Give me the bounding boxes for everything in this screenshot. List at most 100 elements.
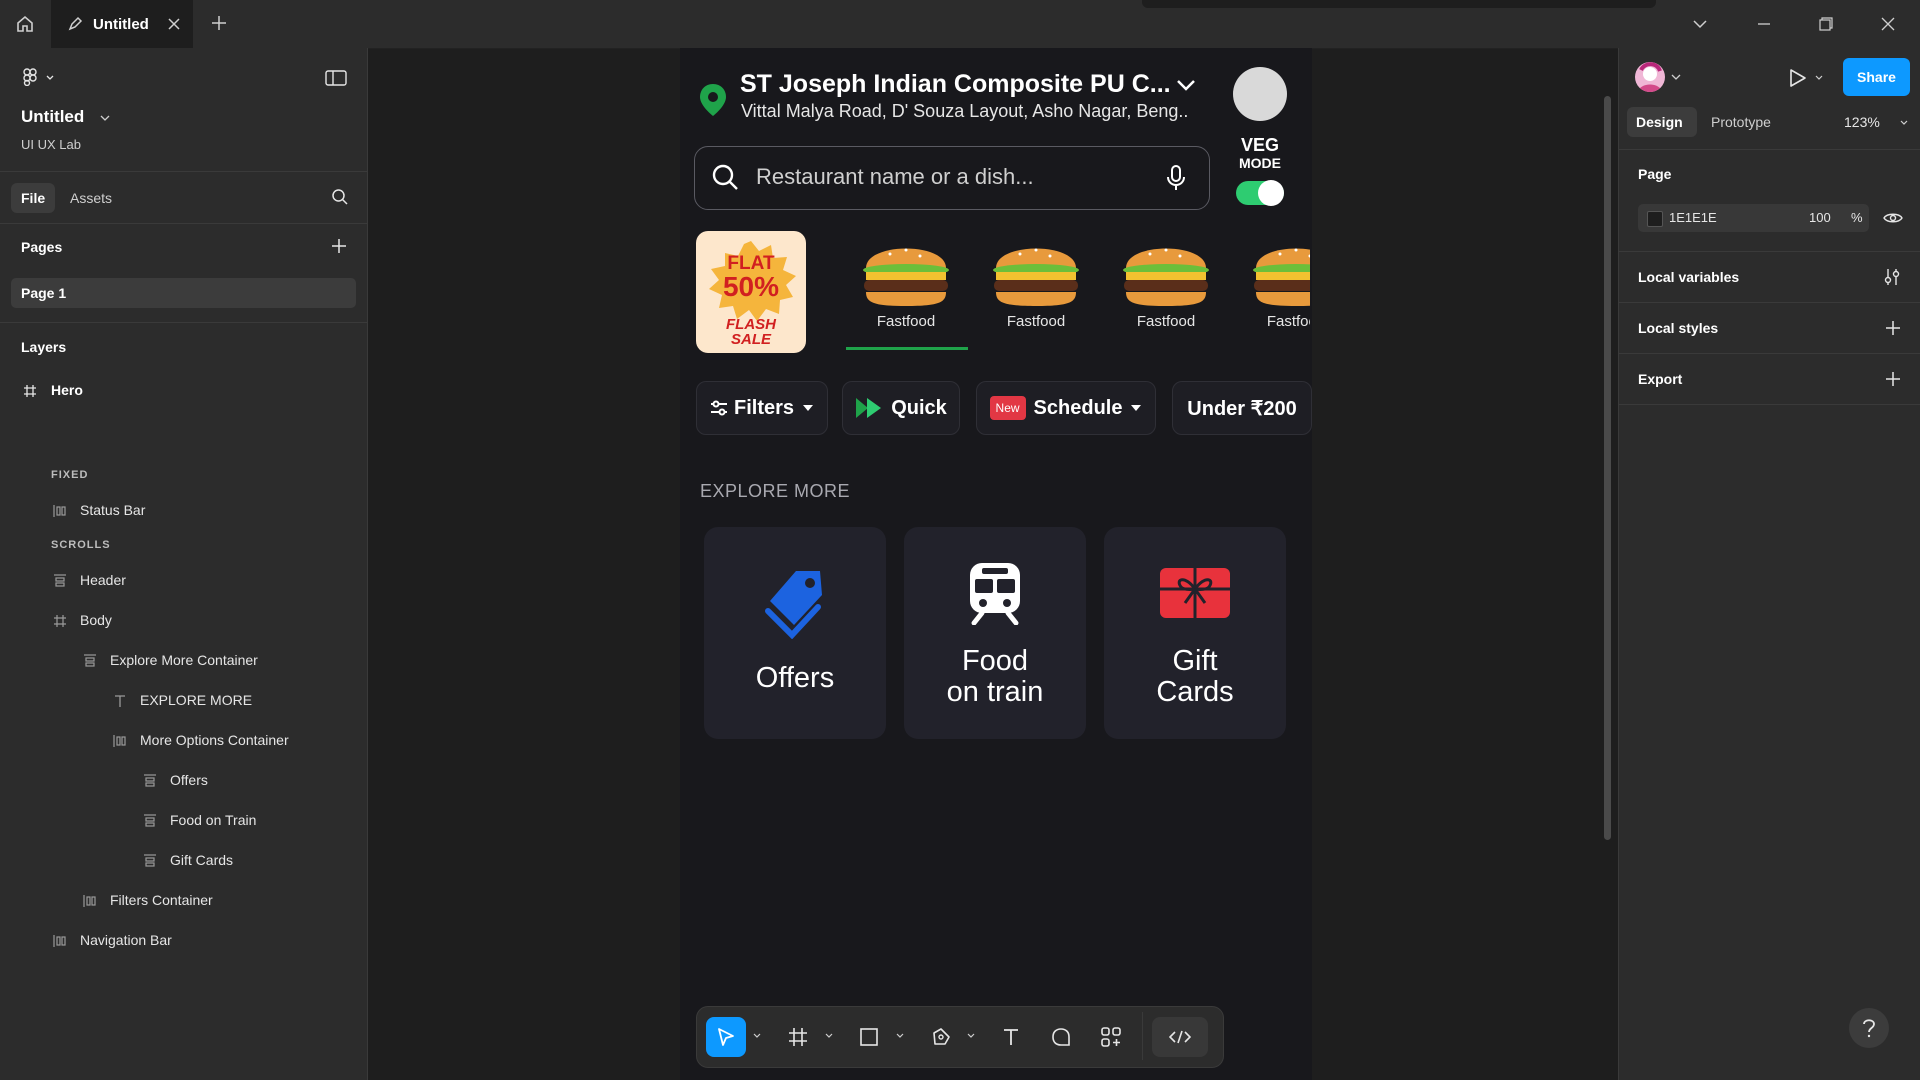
layer-hero[interactable]: Hero xyxy=(0,374,367,406)
layer-label: More Options Container xyxy=(140,732,289,748)
offers-card-title: Offers xyxy=(755,662,835,694)
comment-tool-button[interactable] xyxy=(1041,1017,1081,1057)
layer-gift-cards[interactable]: Gift Cards xyxy=(0,844,367,876)
plus-icon[interactable] xyxy=(1885,371,1901,387)
layer-filters-container[interactable]: Filters Container xyxy=(0,884,367,916)
tab-design[interactable]: Design xyxy=(1627,107,1697,137)
chevron-down-icon[interactable] xyxy=(1176,78,1196,92)
canvas-scrollbar[interactable] xyxy=(1604,96,1611,840)
layer-explore-more-container[interactable]: Explore More Container xyxy=(0,644,367,676)
file-name-chevron-icon[interactable] xyxy=(100,114,110,122)
veg-mode-label-line2: MODE xyxy=(1239,155,1281,171)
caret-down-icon xyxy=(803,405,814,411)
filters-chip[interactable]: Filters xyxy=(696,381,828,435)
close-tab-icon[interactable] xyxy=(167,17,181,31)
category-item[interactable]: Fastfood xyxy=(973,228,1103,358)
tag-icon xyxy=(765,571,822,639)
eye-icon[interactable] xyxy=(1883,211,1903,225)
frame-tool-button[interactable] xyxy=(778,1017,818,1057)
category-item[interactable]: Fastfood xyxy=(843,228,973,358)
tab-assets[interactable]: Assets xyxy=(62,183,122,213)
gift-cards-card[interactable]: Gift Cards xyxy=(1104,527,1286,739)
location-title[interactable]: ST Joseph Indian Composite PU C... xyxy=(740,70,1171,99)
play-icon[interactable] xyxy=(1789,68,1807,88)
tabs-dropdown-button[interactable] xyxy=(1670,0,1730,48)
category-item[interactable]: Fastfood xyxy=(1233,228,1310,358)
search-input[interactable]: Restaurant name or a dish... xyxy=(694,146,1210,210)
food-on-train-card[interactable]: Food on train xyxy=(904,527,1086,739)
local-variables-row[interactable]: Local variables xyxy=(1619,252,1920,302)
chevron-down-icon[interactable] xyxy=(825,1033,833,1039)
pen-tool-button[interactable] xyxy=(921,1017,961,1057)
location-address[interactable]: Vittal Malya Road, D' Souza Layout, Asho… xyxy=(741,101,1188,122)
user-avatar[interactable] xyxy=(1635,62,1665,92)
under-200-chip[interactable]: Under ₹200 xyxy=(1172,381,1312,435)
search-layers-button[interactable] xyxy=(331,188,349,206)
layer-status-bar[interactable]: Status Bar xyxy=(0,494,367,526)
export-row[interactable]: Export xyxy=(1619,354,1920,404)
layer-explore-more-text[interactable]: EXPLORE MORE xyxy=(0,684,367,716)
pen-icon xyxy=(933,1028,950,1045)
chevron-down-icon[interactable] xyxy=(1815,75,1823,81)
new-tab-icon[interactable] xyxy=(210,14,228,32)
category-carousel[interactable]: Fastfood Fastfood Fastfood Fastfood xyxy=(820,228,1310,358)
quick-chip[interactable]: Quick xyxy=(842,381,960,435)
chevron-down-icon[interactable] xyxy=(967,1033,975,1039)
toggle-sidebar-button[interactable] xyxy=(325,70,347,86)
gift-cards-card-line2: Cards xyxy=(1156,676,1234,708)
burger-icon xyxy=(993,248,1079,306)
layer-header[interactable]: Header xyxy=(0,564,367,596)
page-item-page-1[interactable]: Page 1 xyxy=(11,278,356,308)
page-opacity-value[interactable]: 100 xyxy=(1809,210,1831,225)
chevron-down-icon[interactable] xyxy=(1671,74,1681,81)
move-tool-button[interactable] xyxy=(706,1017,746,1057)
zoom-dropdown[interactable]: 123% xyxy=(1839,107,1915,137)
variables-icon[interactable] xyxy=(1883,268,1901,286)
food-on-train-card-line2: on train xyxy=(946,676,1044,708)
color-swatch[interactable] xyxy=(1647,211,1663,227)
chevron-down-icon[interactable] xyxy=(753,1033,761,1039)
layer-food-on-train[interactable]: Food on Train xyxy=(0,804,367,836)
chevron-down-icon[interactable] xyxy=(896,1033,904,1039)
under-200-chip-label: Under ₹200 xyxy=(1187,397,1297,420)
avatar[interactable] xyxy=(1233,67,1287,121)
cursor-icon xyxy=(718,1028,734,1046)
tab-prototype[interactable]: Prototype xyxy=(1703,107,1793,137)
local-styles-row[interactable]: Local styles xyxy=(1619,303,1920,353)
schedule-chip[interactable]: New Schedule xyxy=(976,381,1156,435)
microphone-icon[interactable] xyxy=(1166,165,1186,191)
close-window-button[interactable] xyxy=(1858,0,1918,48)
shape-tool-button[interactable] xyxy=(849,1017,889,1057)
home-button[interactable] xyxy=(0,0,50,48)
auto-layout-horizontal-icon xyxy=(53,505,66,517)
flash-sale-card[interactable]: FLAT 50% FLASH SALE xyxy=(696,231,806,353)
layer-navigation-bar[interactable]: Navigation Bar xyxy=(0,924,367,956)
auto-layout-horizontal-icon xyxy=(83,895,96,907)
tab-file[interactable]: File xyxy=(11,183,55,213)
layer-offers[interactable]: Offers xyxy=(0,764,367,796)
restore-button[interactable] xyxy=(1796,0,1856,48)
toolbar-divider xyxy=(1142,1012,1143,1060)
help-button[interactable] xyxy=(1849,1008,1889,1048)
team-name[interactable]: UI UX Lab xyxy=(21,137,81,152)
dev-mode-toggle[interactable] xyxy=(1152,1017,1208,1057)
text-tool-button[interactable] xyxy=(991,1017,1031,1057)
frame-icon xyxy=(54,615,66,627)
minimize-button[interactable] xyxy=(1734,0,1794,48)
offers-card[interactable]: Offers xyxy=(704,527,886,739)
page-color-value[interactable]: 1E1E1E xyxy=(1669,210,1717,225)
add-page-button[interactable] xyxy=(331,238,347,254)
layer-label: Gift Cards xyxy=(170,852,234,868)
main-menu-button[interactable] xyxy=(22,68,56,86)
actions-tool-button[interactable] xyxy=(1091,1017,1131,1057)
page-fill-field[interactable]: 1E1E1E 100 % xyxy=(1638,204,1869,232)
veg-mode-toggle[interactable] xyxy=(1236,180,1284,206)
file-tab[interactable]: Untitled xyxy=(51,0,193,48)
file-name[interactable]: Untitled xyxy=(21,107,84,127)
layer-label: Header xyxy=(80,572,126,588)
category-item[interactable]: Fastfood xyxy=(1103,228,1233,358)
layer-more-options-container[interactable]: More Options Container xyxy=(0,724,367,756)
plus-icon[interactable] xyxy=(1885,320,1901,336)
share-button[interactable]: Share xyxy=(1843,58,1910,96)
layer-body[interactable]: Body xyxy=(0,604,367,636)
